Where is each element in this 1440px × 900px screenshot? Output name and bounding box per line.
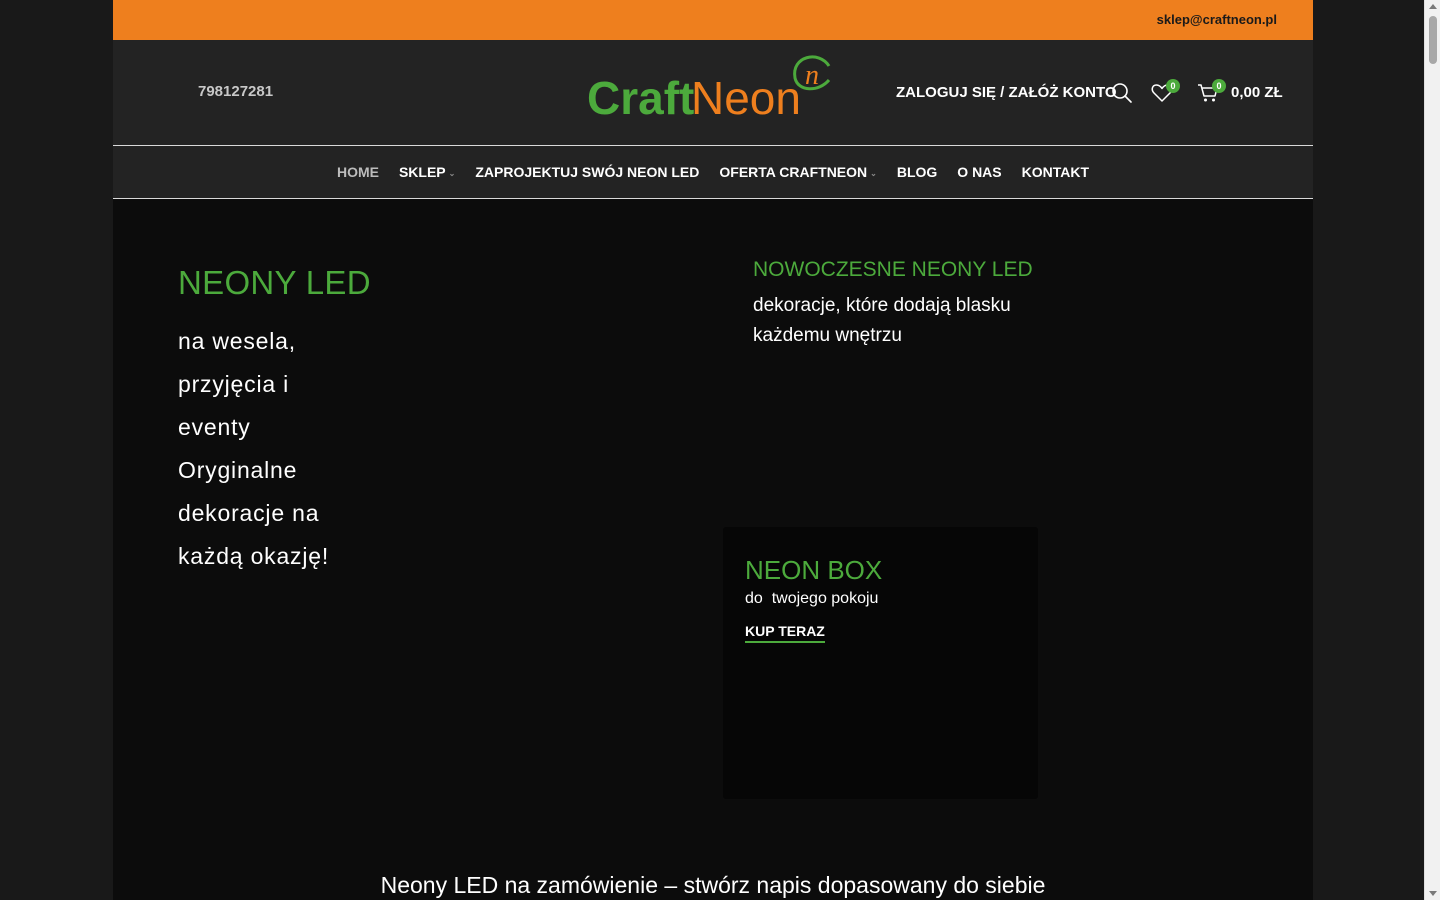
page: sklep@craftneon.pl 798127281 Craft Neon … xyxy=(113,0,1313,900)
nav-item-label: ZAPROJEKTUJ SWÓJ NEON LED xyxy=(475,164,700,180)
buy-now-button[interactable]: KUP TERAZ xyxy=(745,623,825,643)
nav-item-zaprojektuj[interactable]: ZAPROJEKTUJ SWÓJ NEON LED xyxy=(475,164,699,180)
page-scrollbar[interactable] xyxy=(1424,0,1440,900)
nav-item-label: KONTAKT xyxy=(1021,164,1090,180)
promo-modern-title: NOWOCZESNE NEONY LED xyxy=(753,258,1033,281)
cart-total[interactable]: 0,00 ZŁ xyxy=(1231,84,1283,101)
wishlist-count-badge: 0 xyxy=(1166,79,1180,93)
top-bar: sklep@craftneon.pl xyxy=(113,0,1313,40)
nav-item-sklep[interactable]: SKLEP ⌄ xyxy=(399,164,455,180)
phone-number[interactable]: 798127281 xyxy=(198,83,273,100)
nav-item-kontakt[interactable]: KONTAKT xyxy=(1022,164,1089,180)
scroll-down-arrow-icon[interactable] xyxy=(1429,891,1437,896)
chevron-down-icon: ⌄ xyxy=(870,168,877,178)
hero-line: eventy xyxy=(178,414,251,440)
nav-item-label: OFERTA CRAFTNEON xyxy=(719,164,868,180)
site-logo[interactable]: Craft Neon n xyxy=(587,52,839,132)
hero-description: na wesela, przyjęcia i eventy Oryginalne… xyxy=(178,320,398,578)
nav-item-label: HOME xyxy=(336,164,379,180)
craftneon-logo-icon: Craft Neon n xyxy=(587,55,831,124)
hero-line: dekoracje na xyxy=(178,500,320,526)
logo-craft-text: Craft xyxy=(587,72,694,124)
scroll-up-arrow-icon[interactable] xyxy=(1429,4,1437,9)
hero-line: każdą okazję! xyxy=(178,543,330,569)
main-navigation: HOME SKLEP ⌄ ZAPROJEKTUJ SWÓJ NEON LED O… xyxy=(113,145,1313,199)
hero-title: NEONY LED xyxy=(178,264,371,301)
login-register-link[interactable]: ZALOGUJ SIĘ / ZAŁÓŻ KONTO xyxy=(896,84,1117,101)
neon-box-subtitle: do twojego pokoju xyxy=(745,590,879,607)
neon-box-title: NEON BOX xyxy=(745,555,883,585)
search-icon[interactable] xyxy=(1111,82,1133,109)
hero-line: przyjęcia i xyxy=(178,371,290,397)
cart-count-badge: 0 xyxy=(1212,79,1226,93)
nav-item-blog[interactable]: BLOG xyxy=(897,164,937,180)
nav-item-label: O NAS xyxy=(957,164,1002,180)
neon-box-card[interactable]: NEON BOX do twojego pokoju KUP TERAZ xyxy=(723,527,1038,799)
chevron-down-icon: ⌄ xyxy=(448,168,456,178)
logo-neon-text: Neon xyxy=(691,72,801,124)
nav-item-label: SKLEP xyxy=(398,164,446,180)
nav-item-home[interactable]: HOME xyxy=(337,164,379,180)
section-heading: Neony LED na zamówienie – stwórz napis d… xyxy=(380,872,1046,898)
promo-modern-subtitle: dekoracje, które dodają blasku każdemu w… xyxy=(753,295,1011,346)
nav-item-o-nas[interactable]: O NAS xyxy=(957,164,1001,180)
logo-mark-text: n xyxy=(805,60,819,91)
site-header: 798127281 Craft Neon n ZALOGUJ SIĘ / ZAŁ… xyxy=(113,40,1313,145)
hero-line: na wesela, xyxy=(178,328,296,354)
nav-item-oferta[interactable]: OFERTA CRAFTNEON ⌄ xyxy=(719,164,876,180)
hero-line: Oryginalne xyxy=(178,457,298,483)
nav-item-label: BLOG xyxy=(896,164,938,180)
contact-email-link[interactable]: sklep@craftneon.pl xyxy=(1157,12,1277,27)
scrollbar-thumb[interactable] xyxy=(1429,16,1437,64)
